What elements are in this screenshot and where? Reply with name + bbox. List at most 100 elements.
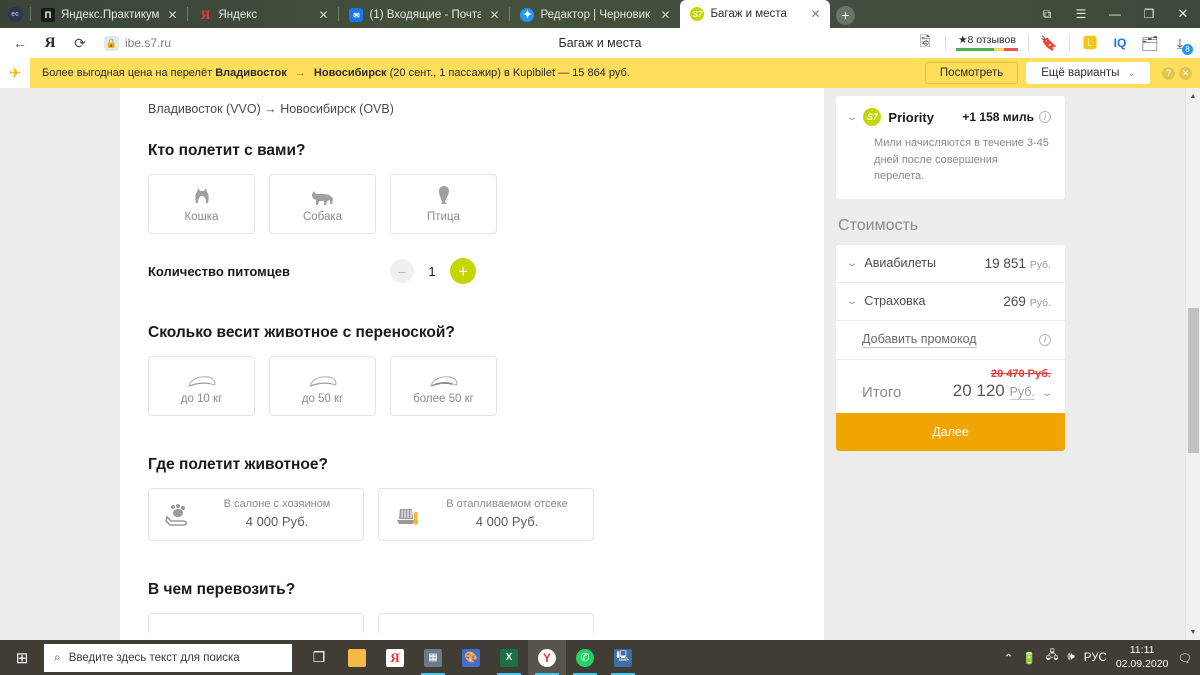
whatsapp-icon[interactable]: ✆ [566, 640, 604, 675]
reviews-badge[interactable]: ★8 отзывов [952, 33, 1022, 52]
yandex-icon[interactable]: Y [528, 640, 566, 675]
bookmark-icon[interactable]: 🔖 [1035, 30, 1063, 56]
arrow-icon: → [294, 67, 306, 79]
calculator-icon[interactable]: ▦ [414, 640, 452, 675]
scroll-up-arrow[interactable]: ▲ [1186, 88, 1200, 104]
weight-option-50[interactable]: до 50 кг [269, 356, 376, 416]
promo-text: Более выгодная цена на перелёт Владивост… [42, 67, 630, 79]
browser-tab-mailru[interactable]: ✉ (1) Входящие - Почта Mail.r ✕ [339, 2, 509, 28]
pet-option-cat[interactable]: Кошка [148, 174, 255, 234]
where-option-label: В салоне с хозяином [223, 498, 331, 511]
notifications-icon[interactable]: 🗨 [1177, 651, 1192, 665]
pet-option-bird[interactable]: Птица [390, 174, 497, 234]
scroll-down-arrow[interactable]: ▼ [1186, 624, 1200, 640]
paint-icon[interactable]: 🎨 [452, 640, 490, 675]
scale-icon [187, 367, 217, 389]
scrollbar-thumb[interactable] [1188, 308, 1199, 453]
close-icon[interactable]: ✕ [658, 8, 672, 22]
where-option-cabin[interactable]: В салоне с хозяином 4 000 Руб. [148, 488, 364, 541]
address-bar[interactable]: 🔒 ibe.s7.ru [98, 33, 182, 53]
info-icon[interactable]: i [1039, 333, 1051, 346]
remote-desktop-icon[interactable]: 🖳 [604, 640, 642, 675]
cost-row-tickets[interactable]: ⌄ Авиабилеты 19 851 Руб. [836, 245, 1065, 283]
pet-count-row: Количество питомцев – 1 + [148, 258, 824, 284]
screenshot-icon[interactable]: 🗟 [911, 30, 939, 56]
browser-tab-praktikum[interactable]: П Яндекс.Практикум ✕ [31, 2, 187, 28]
file-explorer-icon[interactable] [338, 640, 376, 675]
pet-option-dog[interactable]: Собака [269, 174, 376, 234]
section-who-flies: Кто полетит с вами? Кошка Собака Птица [148, 142, 824, 234]
info-icon[interactable]: i [1039, 111, 1051, 123]
taskbar-search-input[interactable]: ⌕ Введите здесь текст для поиска [44, 643, 292, 672]
pet-type-options: Кошка Собака Птица [148, 174, 824, 234]
battery-icon[interactable]: 🔋 [1022, 651, 1036, 665]
cost-row-insurance[interactable]: ⌄ Страховка 269 Руб. [836, 283, 1065, 321]
main-content: Владивосток (VVO) → Новосибирск (OVB) Кт… [120, 88, 825, 640]
decrement-button[interactable]: – [390, 259, 415, 283]
close-icon[interactable]: ✕ [1179, 66, 1192, 80]
close-icon[interactable]: ✕ [808, 7, 822, 21]
chevron-down-icon[interactable]: ⌄ [846, 112, 859, 123]
extensions-icon[interactable]: 🗂 [1136, 30, 1164, 56]
tab-strip: ec П Яндекс.Практикум ✕ Я Яндекс ✕ ✉ (1)… [0, 0, 1200, 28]
page-scrollbar[interactable]: ▲ ▼ [1185, 88, 1200, 640]
s7-priority-header[interactable]: ⌄ S7 Priority +1 158 миль i [846, 108, 1051, 126]
start-button[interactable]: ⊞ [0, 640, 44, 675]
menu-icon[interactable]: ☰ [1064, 0, 1098, 28]
s7-logo-icon: S7 [863, 108, 882, 126]
promo-view-button[interactable]: Посмотреть [924, 62, 1019, 84]
carrier-option-2[interactable] [378, 613, 594, 633]
increment-button[interactable]: + [450, 258, 477, 284]
chevron-down-icon[interactable]: ⌄ [1041, 388, 1054, 399]
back-icon[interactable]: ← [6, 30, 34, 56]
browser-tab-editor[interactable]: ✦ Редактор | Черновик | Янде ✕ [510, 2, 680, 28]
excel-icon[interactable]: X [490, 640, 528, 675]
language-indicator[interactable]: РУС [1084, 652, 1107, 664]
chevron-down-icon: ⌄ [1127, 67, 1135, 78]
s7-priority-label: Priority [888, 109, 934, 125]
weight-option-more[interactable]: более 50 кг [390, 356, 497, 416]
reload-icon[interactable]: ⟳ [66, 30, 94, 56]
weight-option-10[interactable]: до 10 кг [148, 356, 255, 416]
browser-tab-yandex[interactable]: Я Яндекс ✕ [188, 2, 338, 28]
volume-icon[interactable]: 🕪 [1068, 651, 1075, 664]
minimize-button[interactable]: — [1098, 0, 1132, 28]
chevron-down-icon[interactable]: ⌄ [846, 296, 859, 307]
close-window-button[interactable]: ✕ [1166, 0, 1200, 28]
yandex-browser-icon[interactable]: Я [376, 640, 414, 675]
downloads-icon[interactable]: ⤓ 8 [1166, 30, 1194, 56]
plus-icon: ✦ [520, 8, 535, 22]
help-icon[interactable]: ? [1162, 66, 1175, 80]
copy-tab-icon[interactable]: ⧉ [1030, 0, 1064, 28]
maximize-button[interactable]: ❐ [1132, 0, 1166, 28]
iq-extension-icon[interactable]: IQ [1106, 30, 1134, 56]
sidebar: ⌄ S7 Priority +1 158 миль i Мили начисля… [836, 88, 1065, 640]
network-icon[interactable]: 🖧 [1046, 648, 1059, 667]
star-icon: ★ [958, 33, 968, 46]
paw-hand-icon [163, 503, 193, 527]
tray-expand-icon[interactable]: ⌃ [1004, 651, 1014, 665]
chevron-down-icon[interactable]: ⌄ [846, 258, 859, 269]
new-tab-button[interactable]: + [830, 2, 860, 28]
reviews-rating-bar [956, 48, 1018, 52]
add-promocode-link[interactable]: Добавить промокод [862, 332, 977, 348]
close-icon[interactable]: ✕ [487, 8, 501, 22]
carrier-option-1[interactable] [148, 613, 364, 633]
taskbar-apps: ❒ Я ▦ 🎨 X Y ✆ 🖳 [300, 640, 642, 675]
carrier-thermo-icon [393, 503, 423, 527]
lingualeo-icon[interactable]: 🅻 [1076, 30, 1104, 56]
weight-options: до 10 кг до 50 кг более 50 кг [148, 356, 824, 416]
yandex-home-icon[interactable]: Я [36, 30, 64, 56]
promo-more-options-button[interactable]: Ещё варианты ⌄ [1026, 62, 1150, 84]
next-button[interactable]: Далее [836, 412, 1065, 451]
close-icon[interactable]: ✕ [165, 8, 179, 22]
browser-tab-baggage[interactable]: S7 Багаж и места ✕ [680, 0, 831, 28]
pet-count-value: 1 [428, 263, 436, 279]
task-view-icon[interactable]: ❒ [300, 640, 338, 675]
where-option-hold[interactable]: В отапливаемом отсеке 4 000 Руб. [378, 488, 594, 541]
close-icon[interactable]: ✕ [316, 8, 330, 22]
total-price[interactable]: 20 120 Руб. ⌄ [953, 381, 1054, 400]
clock[interactable]: 11:11 02.09.2020 [1116, 644, 1169, 670]
profile-avatar[interactable]: ec [0, 0, 30, 28]
section-where: Где полетит животное? В салоне с хозяино… [148, 456, 824, 541]
